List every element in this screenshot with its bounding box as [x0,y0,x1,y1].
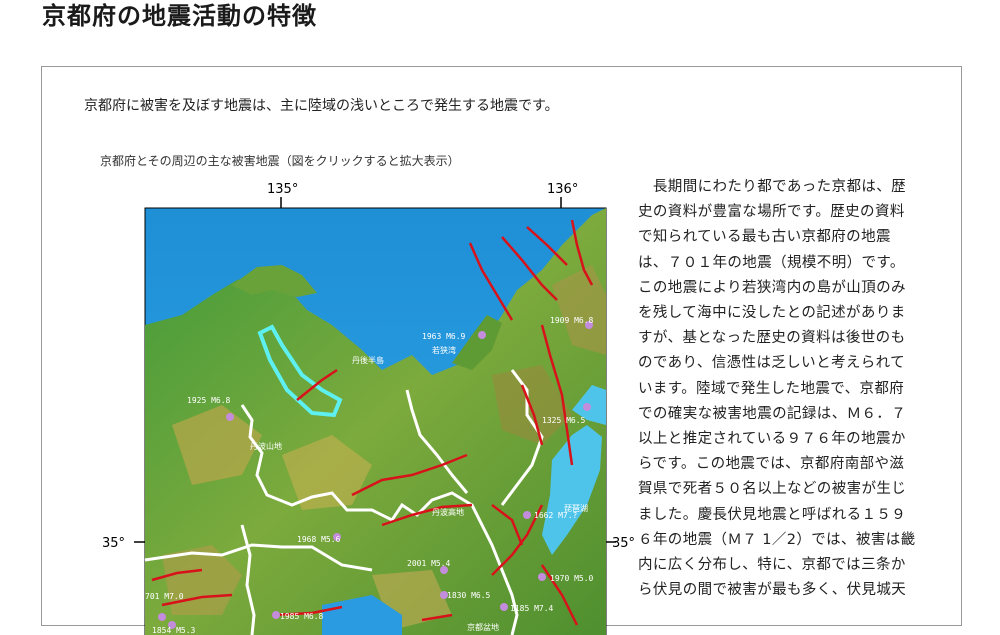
quake-label: 1963 M6.9 [422,332,466,341]
description-line: 以上と推定されている９７６年の地震か [638,431,906,448]
quake-label: 1854 M5.3 [152,626,196,635]
description-line: ら伏見の間で被害が最も多く、伏見城天 [638,582,907,599]
description-line: ました。慶長伏見地震と呼ばれる１５９ [638,506,907,523]
page-title: 京都府の地震活動の特徴 [42,2,317,30]
description-line: 内に広く分布し、特に、京都では三条か [638,557,906,574]
quake-label: 1909 M6.8 [550,316,594,325]
description-line: らです。この地震では、京都府南部や滋 [638,456,905,473]
quake-label: 1325 M6.5 [542,416,586,425]
map-caption: 京都府とその周辺の主な被害地震（図をクリックすると拡大表示） [100,154,460,168]
description-line: すが、基となった歴史の資料は後世のも [638,330,906,347]
lat-label-right: 35° [612,536,635,551]
lon-label-135: 135° [267,182,298,197]
lead-text: 京都府に被害を及ぼす地震は、主に陸域の浅いところで発生する地震です。 [84,98,559,114]
description-line: を残して海中に没したとの記述がありま [638,305,906,322]
description-line: ６年の地震（Ｍ７ 1／2）では、被害は畿 [638,531,916,548]
place-label: 丹波山地 [250,441,282,451]
quake-label: 1185 M7.4 [510,604,554,613]
content-panel: 京都府に被害を及ぼす地震は、主に陸域の浅いところで発生する地震です。 京都府とそ… [41,66,962,635]
lat-label-left: 35° [102,536,125,551]
description-line: での確実な被害地震の記録は、Ｍ６．７ [638,405,907,422]
description-line: 長期間にわたり都であった京都は、歴 [638,179,907,195]
lon-label-136: 136° [547,182,578,197]
quake-label: 1925 M6.8 [187,396,231,405]
description-line: この地震により若狭湾内の島が山頂のみ [638,279,906,296]
description-text: 長期間にわたり都であった京都は、歴 史の資料が豊富な場所です。歴史の資料 で知ら… [638,175,940,603]
description-line: 史の資料が豊富な場所です。歴史の資料 [638,204,905,221]
place-label: 若狭湾 [432,345,456,355]
description-line: で知られている最も古い京都府の地震 [638,229,891,246]
description-line: のであり、信憑性は乏しいと考えられて [638,355,906,372]
description-line: います。陸域で発生した地震で、京都府 [638,380,905,397]
description-line: 賀県で死者５０名以上などの被害が生じ [638,481,907,498]
quake-label: 1985 M6.8 [280,612,324,621]
place-label: 丹波高地 [432,507,464,517]
quake-label: 1970 M5.0 [550,574,594,583]
quake-label: 1830 M6.5 [447,591,491,600]
description-line: は、７０１年の地震（規模不明）です。 [638,254,905,271]
place-label: 京都盆地 [467,622,499,632]
quake-label: 1968 M5.6 [297,535,341,544]
quake-label: 2001 M5.4 [407,559,451,568]
quake-label: 701 M7.0 [145,592,184,601]
place-label: 丹後半島 [352,355,384,365]
earthquake-map-link[interactable]: 135° 136° 35° 35° 1963 M6.9 1909 M6.8 19… [72,175,642,635]
place-label: 琵琶湖 [564,504,588,513]
earthquake-map[interactable]: 135° 136° 35° 35° 1963 M6.9 1909 M6.8 19… [72,175,642,635]
